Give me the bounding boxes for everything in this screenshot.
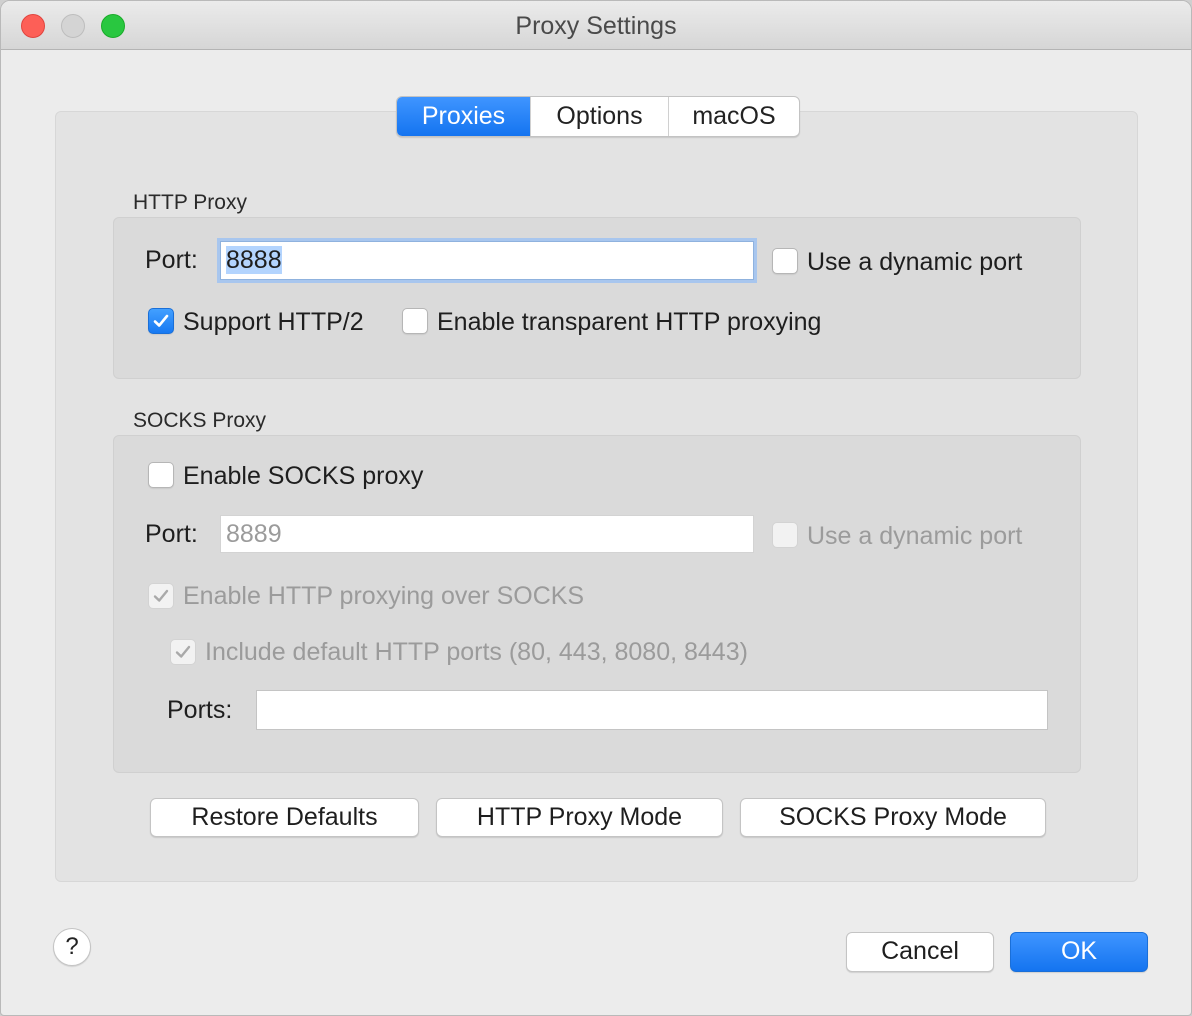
- http-port-value: 8888: [226, 246, 282, 274]
- tab-proxies[interactable]: Proxies: [397, 97, 531, 136]
- restore-defaults-button[interactable]: Restore Defaults: [150, 798, 419, 837]
- http-over-socks-label: Enable HTTP proxying over SOCKS: [183, 582, 585, 610]
- ok-button[interactable]: OK: [1010, 932, 1148, 972]
- socks-port-placeholder: 8889: [226, 520, 282, 548]
- http-over-socks-checkbox[interactable]: [148, 583, 174, 609]
- socks-port-label: Port:: [145, 520, 198, 548]
- socks-proxy-mode-button[interactable]: SOCKS Proxy Mode: [740, 798, 1046, 837]
- http-port-label: Port:: [145, 246, 198, 274]
- enable-socks-checkbox[interactable]: [148, 462, 174, 488]
- socks-proxy-group-title: SOCKS Proxy: [133, 409, 267, 432]
- default-http-ports-label: Include default HTTP ports (80, 443, 808…: [205, 638, 748, 666]
- http-dynamic-port-checkbox[interactable]: [772, 248, 798, 274]
- tab-options[interactable]: Options: [531, 97, 669, 136]
- default-http-ports-checkbox[interactable]: [170, 639, 196, 665]
- enable-socks-label: Enable SOCKS proxy: [183, 462, 424, 490]
- tab-macos[interactable]: macOS: [669, 97, 799, 136]
- help-button[interactable]: ?: [53, 928, 91, 966]
- http-port-input[interactable]: 8888: [220, 241, 754, 280]
- title-bar[interactable]: Proxy Settings: [1, 1, 1191, 50]
- checkmark-icon: [153, 589, 169, 602]
- transparent-proxying-checkbox[interactable]: [402, 308, 428, 334]
- proxy-settings-window: Proxy Settings Proxies Options macOS HTT…: [0, 0, 1192, 1016]
- http-proxy-mode-button[interactable]: HTTP Proxy Mode: [436, 798, 723, 837]
- transparent-proxying-label: Enable transparent HTTP proxying: [437, 308, 822, 336]
- socks-dynamic-port-label: Use a dynamic port: [807, 522, 1023, 550]
- ports-label: Ports:: [167, 696, 233, 724]
- http-dynamic-port-label: Use a dynamic port: [807, 248, 1023, 276]
- window-title: Proxy Settings: [515, 12, 677, 40]
- ports-input[interactable]: [256, 690, 1048, 730]
- cancel-button[interactable]: Cancel: [846, 932, 994, 972]
- socks-port-input[interactable]: 8889: [220, 515, 754, 553]
- support-http2-label: Support HTTP/2: [183, 308, 364, 336]
- socks-dynamic-port-checkbox[interactable]: [772, 522, 798, 548]
- http-proxy-group-title: HTTP Proxy: [133, 191, 247, 214]
- support-http2-checkbox[interactable]: [148, 308, 174, 334]
- checkmark-icon: [153, 314, 169, 327]
- tab-bar: Proxies Options macOS: [396, 96, 800, 137]
- checkmark-icon: [175, 645, 191, 658]
